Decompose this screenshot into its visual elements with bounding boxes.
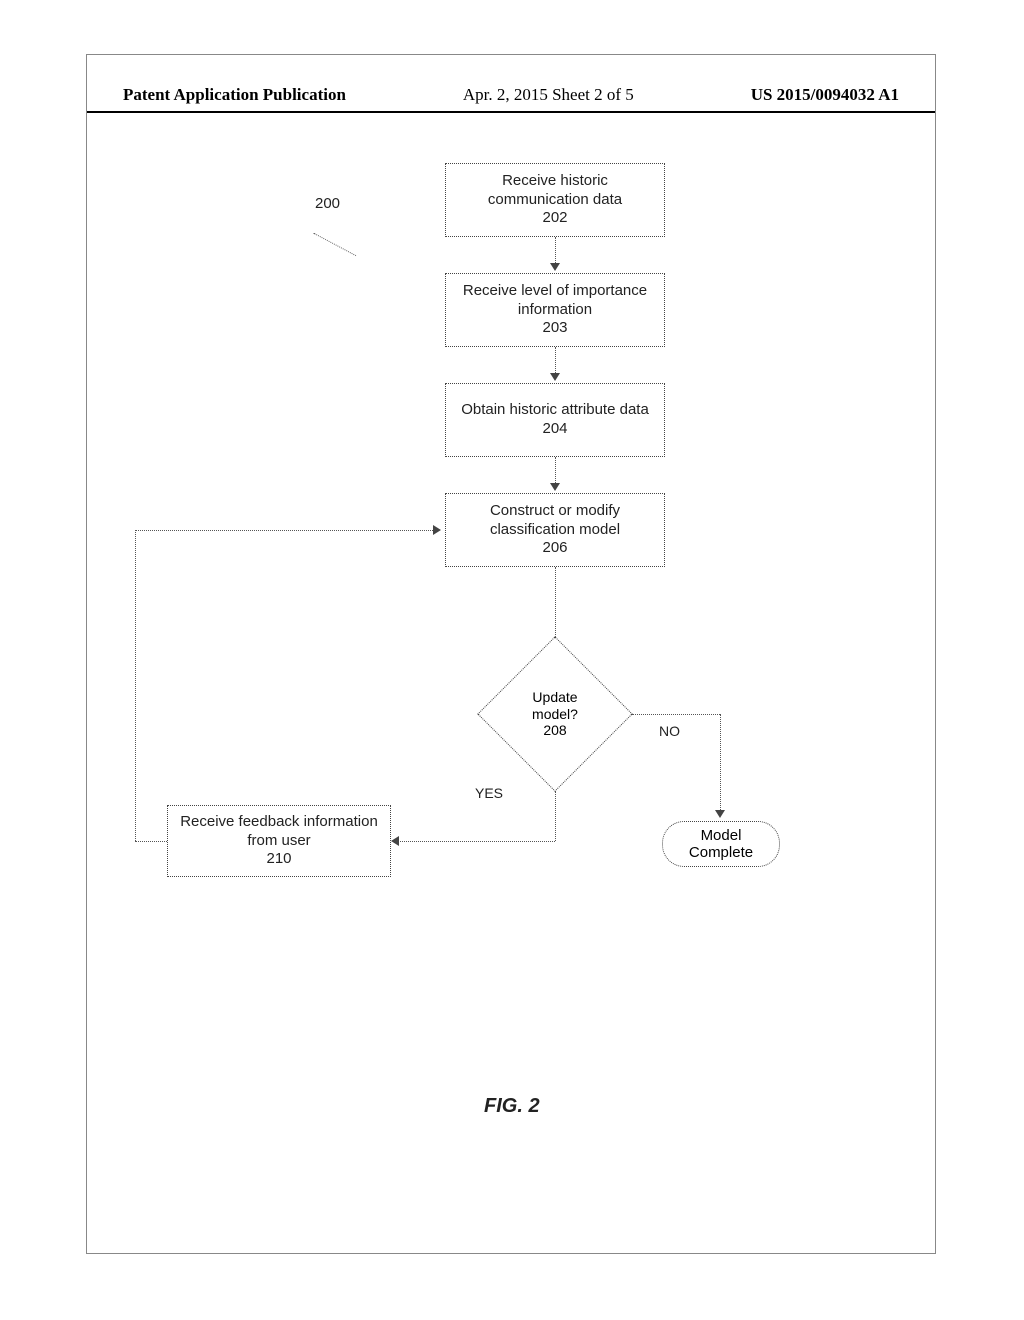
ref-leader-line <box>313 212 367 256</box>
step-ref: 202 <box>542 209 567 228</box>
step-text: Receive historic <box>502 172 608 191</box>
step-text: Receive feedback information <box>180 813 378 832</box>
step-text: communication data <box>488 191 622 210</box>
step-ref: 204 <box>542 420 567 439</box>
arrow-right-icon <box>433 525 441 535</box>
page-header: Patent Application Publication Apr. 2, 2… <box>87 85 935 113</box>
connector <box>720 714 721 814</box>
page-frame: Patent Application Publication Apr. 2, 2… <box>86 54 936 1254</box>
step-206-construct-modify-model: Construct or modify classification model… <box>445 493 665 567</box>
arrow-down-icon <box>715 810 725 818</box>
flowchart: 200 Receive historic communication data … <box>87 145 937 1145</box>
step-ref: 203 <box>542 319 567 338</box>
connector <box>135 530 136 841</box>
decision-208-update-model: Update model? 208 <box>500 659 610 769</box>
terminator-text: Complete <box>689 844 753 861</box>
connector <box>397 841 555 842</box>
decision-text: model? <box>532 706 578 723</box>
arrow-down-icon <box>550 263 560 271</box>
figure-reference-200: 200 <box>315 195 340 212</box>
step-ref: 210 <box>266 850 291 869</box>
figure-caption: FIG. 2 <box>484 1095 540 1118</box>
decision-text: Update <box>532 689 577 706</box>
step-text: Obtain historic attribute data <box>461 401 649 420</box>
step-text: information <box>518 301 592 320</box>
connector <box>555 791 556 841</box>
step-204-obtain-historic-attribute-data: Obtain historic attribute data 204 <box>445 383 665 457</box>
arrow-down-icon <box>550 483 560 491</box>
terminator-model-complete: Model Complete <box>662 821 780 867</box>
step-text: Construct or modify <box>490 502 620 521</box>
header-pub-number: US 2015/0094032 A1 <box>751 85 899 105</box>
header-date-sheet: Apr. 2, 2015 Sheet 2 of 5 <box>463 85 634 105</box>
label-no: NO <box>659 723 680 739</box>
step-202-receive-historic-communication-data: Receive historic communication data 202 <box>445 163 665 237</box>
arrow-left-icon <box>391 836 399 846</box>
step-text: Receive level of importance <box>463 282 647 301</box>
connector <box>632 714 720 715</box>
label-yes: YES <box>475 785 503 801</box>
step-210-receive-feedback: Receive feedback information from user 2… <box>167 805 391 877</box>
arrow-down-icon <box>550 373 560 381</box>
step-text: classification model <box>490 521 620 540</box>
connector <box>135 530 435 531</box>
decision-ref: 208 <box>543 722 566 739</box>
step-203-receive-importance-info: Receive level of importance information … <box>445 273 665 347</box>
header-publication: Patent Application Publication <box>123 85 346 105</box>
connector <box>135 841 167 842</box>
step-text: from user <box>247 832 310 851</box>
step-ref: 206 <box>542 539 567 558</box>
terminator-text: Model <box>701 827 742 844</box>
